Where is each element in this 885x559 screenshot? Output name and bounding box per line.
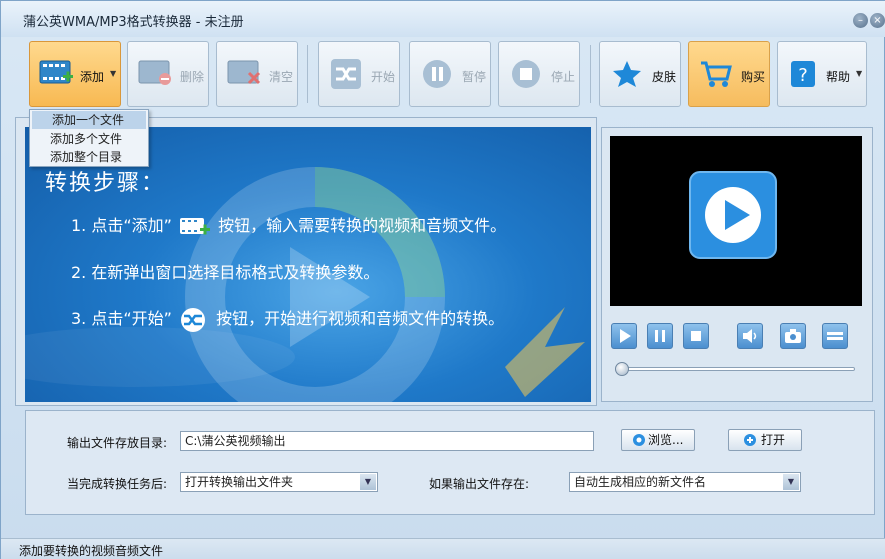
add-button[interactable]: 添加 ▼ [29,41,121,107]
add-button-label: 添加 [80,70,105,84]
output-dir-field[interactable]: C:\蒲公英视频输出 [180,431,594,451]
film-add-icon [39,60,73,84]
on-complete-select[interactable]: 打开转换输出文件夹 ▼ [180,472,378,492]
pause-icon [655,330,665,342]
step-1-text-b: 按钮，输入需要转换的视频和音频文件。 [218,216,507,235]
browse-icon [633,434,645,446]
pause-button-label: 暂停 [462,70,487,84]
film-add-icon [180,217,211,234]
volume-icon [743,329,757,343]
clear-button-label: 清空 [269,70,294,84]
banner-heading: 转换步骤： [45,171,166,196]
delete-button-label: 删除 [180,70,205,84]
shuffle-icon [331,59,361,89]
cart-icon [701,61,732,87]
help-button[interactable]: ? 帮助 ▼ [777,41,867,107]
step-2-text: 2. 在新弹出窗口选择目标格式及转换参数。 [71,263,380,282]
help-icon: ? [791,61,815,87]
title-bar: 蒲公英WMA/MP3格式转换器 - 未注册 – × [1,1,885,37]
toolbar-divider [307,45,308,103]
seek-slider-track[interactable] [619,367,855,371]
stop-button-label: 停止 [551,70,576,84]
step-3-text-b: 按钮，开始进行视频和音频文件的转换。 [216,309,505,328]
film-delete-icon [138,60,171,85]
menu-item-add-file[interactable]: 添加一个文件 [32,111,146,129]
browse-button[interactable]: 浏览... [621,429,695,451]
video-preview [610,136,862,306]
output-dir-label: 输出文件存放目录: [67,436,168,450]
play-icon [620,329,631,343]
pause-icon [423,60,451,88]
volume-control[interactable] [737,323,763,349]
on-complete-label: 当完成转换任务后: [67,477,168,491]
stop-button[interactable]: 停止 [498,41,580,107]
help-button-label: 帮助 [826,70,851,84]
browse-button-label: 浏览... [648,433,684,447]
if-exists-label: 如果输出文件存在: [429,477,530,491]
menu-item-add-multiple-files[interactable]: 添加多个文件 [30,130,148,148]
add-dropdown-menu: 添加一个文件 添加多个文件 添加整个目录 [29,109,149,167]
skin-button-label: 皮肤 [652,70,677,84]
stop-icon [691,331,701,341]
open-icon [744,434,756,446]
clear-button[interactable]: 清空 [216,41,298,107]
step-1-text-a: 1. 点击“添加” [71,216,172,235]
camera-icon [785,329,801,343]
film-clear-icon [227,60,261,85]
on-complete-value: 打开转换输出文件夹 [185,475,294,489]
buy-button-label: 购买 [741,70,766,84]
pause-button[interactable]: 暂停 [409,41,491,107]
stop-control[interactable] [683,323,709,349]
menu-item-add-directory[interactable]: 添加整个目录 [30,148,148,166]
toolbar-divider [590,45,591,103]
window-title: 蒲公英WMA/MP3格式转换器 - 未注册 [23,15,244,30]
fullscreen-icon [827,332,843,340]
buy-button[interactable]: 购买 [688,41,770,107]
step-3-text-a: 3. 点击“开始” [71,309,172,328]
skin-button[interactable]: 皮肤 [599,41,681,107]
chevron-down-icon[interactable]: ▼ [783,474,799,490]
status-text: 添加要转换的视频音频文件 [19,544,164,558]
play-control[interactable] [611,323,637,349]
close-icon[interactable]: × [870,13,885,28]
pause-control[interactable] [647,323,673,349]
star-icon [613,61,641,87]
instructions-banner: 转换步骤： 1. 点击“添加” 按钮，输入需要转换的视频和音频文件。 2. 在新… [25,127,591,402]
status-bar: 添加要转换的视频音频文件 [1,538,885,559]
open-button-label: 打开 [761,433,786,447]
minimize-icon[interactable]: – [853,13,868,28]
open-button[interactable]: 打开 [728,429,802,451]
stop-icon [512,60,540,88]
snapshot-control[interactable] [780,323,806,349]
app-window: 蒲公英WMA/MP3格式转换器 - 未注册 – × 添加 ▼ 删除 清空 开始 … [0,0,885,559]
chevron-down-icon[interactable]: ▼ [110,69,116,78]
start-button[interactable]: 开始 [318,41,400,107]
settings-panel [25,410,875,515]
fullscreen-control[interactable] [822,323,848,349]
svg-text:?: ? [798,65,808,86]
start-button-label: 开始 [371,70,396,84]
if-exists-value: 自动生成相应的新文件名 [574,475,707,489]
play-large-icon[interactable] [610,136,862,306]
shuffle-icon [181,307,206,332]
chevron-down-icon[interactable]: ▼ [360,474,376,490]
chevron-down-icon[interactable]: ▼ [856,69,862,78]
seek-slider-handle[interactable] [615,362,629,376]
if-exists-select[interactable]: 自动生成相应的新文件名 ▼ [569,472,801,492]
delete-button[interactable]: 删除 [127,41,209,107]
